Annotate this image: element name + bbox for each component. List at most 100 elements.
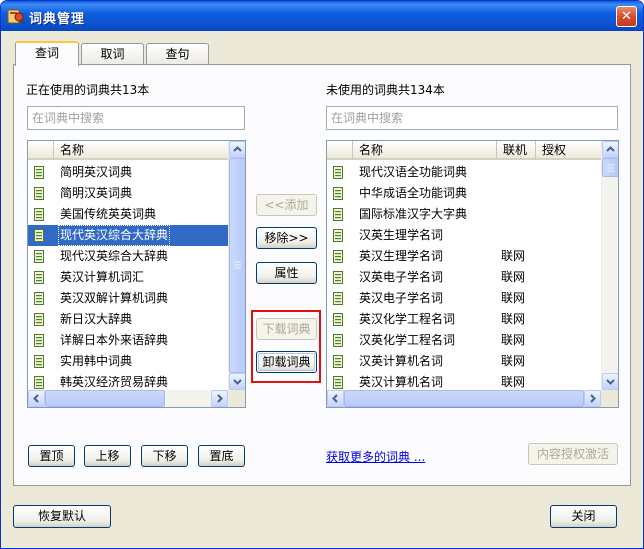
scroll-thumb[interactable] <box>229 158 245 373</box>
tab-lookup-word[interactable]: 查词 <box>15 41 79 66</box>
scroll-down-button[interactable] <box>229 373 245 390</box>
chevron-up-icon <box>606 146 615 152</box>
unused-dictionaries-caption: 未使用的词典共134本 <box>326 83 445 97</box>
column-header-name[interactable]: 名称 <box>352 141 496 159</box>
left-vertical-scrollbar[interactable] <box>228 141 245 390</box>
dictionary-icon <box>34 271 44 284</box>
dictionary-icon <box>333 313 343 326</box>
dictionary-icon <box>34 355 44 368</box>
left-search-input[interactable] <box>28 107 244 129</box>
dictionary-name: 汉英计算机名词 <box>359 354 444 368</box>
right-search-input[interactable] <box>327 107 617 129</box>
scroll-left-button[interactable] <box>28 390 45 407</box>
list-item[interactable]: 实用韩中词典 <box>28 351 228 372</box>
tab-capture-word[interactable]: 取词 <box>81 43 144 64</box>
move-down-button[interactable]: 下移 <box>141 445 188 467</box>
unused-dictionary-list[interactable]: 名称 联机 授权 现代汉语全功能词典 中华成语全功能词典国际标准汉字大字典汉英生理… <box>326 140 619 408</box>
dictionary-name: 英汉双解计算机词典 <box>60 291 169 305</box>
dictionary-icon <box>333 229 343 242</box>
list-item[interactable]: 现代汉英综合大辞典 <box>28 246 228 267</box>
header-label: 联机 <box>503 143 528 157</box>
move-top-button[interactable]: 置顶 <box>28 445 75 467</box>
list-item[interactable]: 英汉双解计算机词典 <box>28 288 228 309</box>
left-search-box[interactable] <box>27 106 245 130</box>
chevron-left-icon <box>332 394 338 403</box>
chevron-down-icon <box>606 379 615 385</box>
tab-panel: 正在使用的词典共13本 名称 简明英汉词典简明汉英词典美国传统英英词典现代英汉综… <box>13 64 631 486</box>
list-item[interactable]: 英汉化学工程名词 联网 <box>327 309 601 330</box>
list-item[interactable]: 详解日本外来语辞典 <box>28 330 228 351</box>
right-vertical-scrollbar[interactable] <box>601 141 618 390</box>
list-item[interactable]: 英汉生理学名词 联网 <box>327 246 601 267</box>
scroll-left-button[interactable] <box>327 390 344 407</box>
scroll-thumb[interactable] <box>344 390 584 407</box>
list-item[interactable]: 现代汉语全功能词典 <box>327 162 601 183</box>
scroll-right-button[interactable] <box>211 390 228 407</box>
dictionary-name: 现代英汉综合大辞典 <box>58 225 171 246</box>
add-button[interactable]: <<添加 <box>256 194 317 216</box>
scroll-corner <box>228 390 245 407</box>
get-more-dictionaries-link[interactable]: 获取更多的词典 ... <box>326 448 425 465</box>
list-item[interactable]: 中华成语全功能词典 <box>327 183 601 204</box>
move-bottom-button[interactable]: 置底 <box>198 445 245 467</box>
list-item[interactable]: 美国传统英英词典 <box>28 204 228 225</box>
dictionary-name: 国际标准汉字大字典 <box>359 207 468 221</box>
dictionary-name: 详解日本外来语辞典 <box>60 333 169 347</box>
dictionary-icon <box>333 208 343 221</box>
activate-license-button[interactable]: 内容授权激活 <box>528 443 618 465</box>
active-dictionary-list[interactable]: 名称 简明英汉词典 简明汉英词典 美国传统英英词典 现代英汉综合大辞典 现代汉英综合大辞… <box>27 140 246 408</box>
list-item[interactable]: 简明英汉词典 <box>28 162 228 183</box>
scroll-thumb[interactable] <box>602 158 618 177</box>
scroll-thumb[interactable] <box>45 390 165 407</box>
list-header: 名称 <box>28 141 228 160</box>
active-dictionaries-caption: 正在使用的词典共13本 <box>26 83 150 97</box>
scroll-down-button[interactable] <box>602 373 618 390</box>
online-status: 联网 <box>501 312 526 326</box>
grip-icon <box>234 261 241 269</box>
right-search-box[interactable] <box>326 106 618 130</box>
restore-default-button[interactable]: 恢复默认 <box>13 505 111 528</box>
chevron-up-icon <box>233 146 242 152</box>
column-header-online[interactable]: 联机 <box>496 141 535 159</box>
right-horizontal-scrollbar[interactable] <box>327 390 601 407</box>
list-item[interactable]: 汉英化学工程名词 联网 <box>327 330 601 351</box>
chevron-left-icon <box>33 394 39 403</box>
dictionary-name: 汉英化学工程名词 <box>359 333 456 347</box>
list-item[interactable]: 汉英电子学名词 联网 <box>327 267 601 288</box>
list-item[interactable]: 新日汉大辞典 <box>28 309 228 330</box>
close-window-button[interactable]: ✕ <box>616 6 637 27</box>
dictionary-manager-window: 词典管理 ✕ 查词 取词 查句 正在使用的词典共13本 名称 简明英汉词典简明汉… <box>0 0 644 549</box>
title-bar[interactable]: 词典管理 ✕ <box>1 1 643 31</box>
list-item[interactable]: 英汉计算机词汇 <box>28 267 228 288</box>
dictionary-icon <box>333 250 343 263</box>
scroll-corner <box>601 390 618 407</box>
list-item[interactable]: 现代英汉综合大辞典 <box>28 225 228 246</box>
header-label: 名称 <box>359 143 384 157</box>
scroll-up-button[interactable] <box>229 141 245 158</box>
scroll-up-button[interactable] <box>602 141 618 158</box>
column-header-name[interactable]: 名称 <box>53 141 228 159</box>
dictionary-name: 英汉化学工程名词 <box>359 312 456 326</box>
dictionary-icon <box>34 229 44 242</box>
dictionary-name: 英汉计算机词汇 <box>60 270 145 284</box>
list-item[interactable]: 汉英生理学名词 <box>327 225 601 246</box>
list-item[interactable]: 国际标准汉字大字典 <box>327 204 601 225</box>
move-up-button[interactable]: 上移 <box>84 445 131 467</box>
list-item[interactable]: 英汉电子学名词 联网 <box>327 288 601 309</box>
remove-button[interactable]: 移除>> <box>256 227 317 249</box>
list-item[interactable]: 简明汉英词典 <box>28 183 228 204</box>
left-horizontal-scrollbar[interactable] <box>28 390 228 407</box>
chevron-right-icon <box>590 394 596 403</box>
tab-lookup-sentence[interactable]: 查句 <box>146 43 209 64</box>
tab-label: 查词 <box>34 46 59 60</box>
properties-button[interactable]: 属性 <box>256 262 317 284</box>
dictionary-icon <box>333 271 343 284</box>
dictionary-icon <box>333 292 343 305</box>
scroll-right-button[interactable] <box>584 390 601 407</box>
chevron-down-icon <box>233 379 242 385</box>
close-button[interactable]: 关闭 <box>550 505 617 528</box>
online-status: 联网 <box>501 249 526 263</box>
list-item[interactable]: 汉英计算机名词 联网 <box>327 351 601 372</box>
header-label: 授权 <box>542 143 567 157</box>
column-header-license[interactable]: 授权 <box>535 141 601 159</box>
